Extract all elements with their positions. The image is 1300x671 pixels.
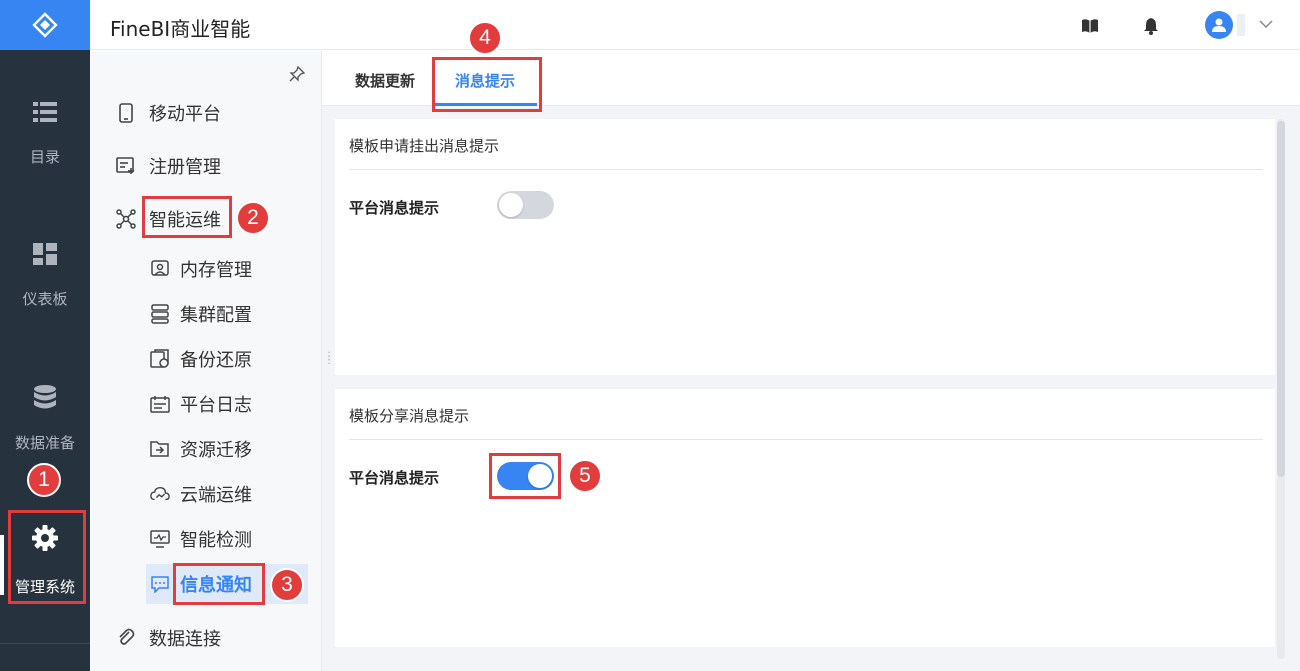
main-content: 数据更新 消息提示 ⋮ ⋮ 模板申请挂出消息提示 平台消息提示 模板分享消息提示 … <box>322 51 1300 671</box>
rail-divider <box>0 643 90 644</box>
section-template-share: 模板分享消息提示 平台消息提示 <box>335 389 1275 647</box>
backup-icon <box>150 349 170 369</box>
step-badge-4: 4 <box>468 21 502 55</box>
help-book-icon[interactable] <box>1080 16 1100 36</box>
toggle-label: 平台消息提示 <box>349 469 440 487</box>
sidebar-item-data-connection[interactable]: 数据连接 <box>90 618 322 658</box>
scrollbar-thumb[interactable] <box>1277 121 1285 477</box>
migrate-icon <box>150 439 170 459</box>
sidebar-item-register[interactable]: 注册管理 <box>90 146 322 186</box>
bell-icon[interactable] <box>1141 16 1161 36</box>
tab-data-update[interactable]: 数据更新 <box>355 70 415 91</box>
sidebar-subitem-label: 云端运维 <box>180 485 252 506</box>
memory-icon <box>150 259 170 279</box>
network-icon <box>116 209 136 229</box>
cloud-icon <box>150 484 170 504</box>
list-icon <box>33 102 57 122</box>
rail-item-label: 仪表板 <box>22 290 68 308</box>
sidebar-subitem-memory[interactable]: 内存管理 <box>90 249 322 289</box>
chevron-down-icon[interactable] <box>1258 16 1274 37</box>
section-title: 模板申请挂出消息提示 <box>349 137 500 155</box>
link-icon <box>116 628 136 648</box>
app-logo[interactable] <box>0 0 90 50</box>
step-badge-3: 3 <box>270 568 304 602</box>
sidebar-subitem-label: 备份还原 <box>180 350 252 371</box>
monitor-icon <box>150 529 170 549</box>
rail-item-dashboard[interactable]: 仪表板 <box>0 242 90 309</box>
rail-item-label: 数据准备 <box>14 434 75 452</box>
sidebar-subitem-cluster[interactable]: 集群配置 <box>90 294 322 334</box>
step-badge-5: 5 <box>568 459 602 493</box>
username-placeholder <box>1237 14 1245 36</box>
pin-icon[interactable] <box>288 65 306 88</box>
register-icon <box>116 156 136 176</box>
user-icon <box>1212 18 1226 32</box>
sidebar-subitem-cloud[interactable]: 云端运维 <box>90 474 322 514</box>
app-root: 目录 仪表板 数据准备 管理系统 FineBI商业智能 移动平台 注册管理 智能… <box>0 0 1300 671</box>
sidebar-subitem-label: 平台日志 <box>180 395 252 416</box>
sidebar-subitem-label: 资源迁移 <box>180 440 252 461</box>
sidebar-subitem-log[interactable]: 平台日志 <box>90 384 322 424</box>
log-icon <box>150 394 170 414</box>
sidebar-subitem-backup[interactable]: 备份还原 <box>90 339 322 379</box>
sidebar-subitem-label: 智能检测 <box>180 530 252 551</box>
sidebar-item-label: 数据连接 <box>149 629 221 650</box>
sidebar-subitem-label: 内存管理 <box>180 260 252 281</box>
dashboard-icon <box>33 243 57 265</box>
toggle-knob <box>499 193 523 217</box>
rail-item-catalog[interactable]: 目录 <box>0 100 90 167</box>
rail-item-data-prep[interactable]: 数据准备 <box>0 384 90 453</box>
highlight-box-admin <box>8 510 86 604</box>
sidebar-item-label: 移动平台 <box>149 104 221 125</box>
avatar[interactable] <box>1205 11 1233 39</box>
sidebar-subitem-migrate[interactable]: 资源迁移 <box>90 429 322 469</box>
message-icon <box>150 574 170 594</box>
highlight-box-message-tab <box>432 57 542 112</box>
sidebar-subitem-label: 集群配置 <box>180 305 252 326</box>
highlight-box-toggle <box>489 453 561 499</box>
highlight-box-notification <box>173 563 265 605</box>
step-badge-1: 1 <box>27 463 61 497</box>
sidebar-item-mobile[interactable]: 移动平台 <box>90 93 322 133</box>
database-icon <box>34 385 56 409</box>
logo-icon <box>32 12 58 38</box>
rail-active-indicator <box>0 535 4 595</box>
platform-message-toggle[interactable] <box>497 191 554 219</box>
sidebar-subitem-detect[interactable]: 智能检测 <box>90 519 322 559</box>
mobile-icon <box>116 103 136 123</box>
cluster-icon <box>150 304 170 324</box>
step-badge-2: 2 <box>236 201 270 235</box>
highlight-box-ops <box>142 196 232 238</box>
section-title: 模板分享消息提示 <box>349 407 470 425</box>
section-template-publish: 模板申请挂出消息提示 平台消息提示 <box>335 119 1275 375</box>
resize-handle[interactable]: ⋮ ⋮ <box>324 352 334 366</box>
app-title: FineBI商业智能 <box>110 17 251 41</box>
divider <box>349 169 1263 170</box>
sidebar-item-label: 注册管理 <box>149 157 221 178</box>
divider <box>349 439 1263 440</box>
toggle-label: 平台消息提示 <box>349 199 440 217</box>
rail-item-label: 目录 <box>29 148 60 166</box>
top-header: FineBI商业智能 <box>90 0 1300 50</box>
